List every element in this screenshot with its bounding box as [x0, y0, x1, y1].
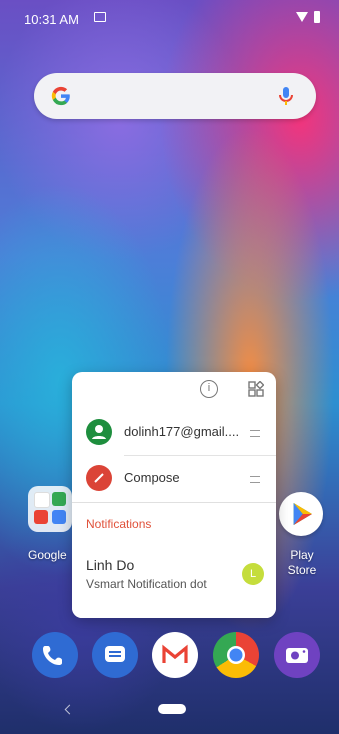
drag-handle-icon[interactable] — [250, 476, 260, 483]
play-store-glyph — [293, 503, 312, 525]
gmail-icon[interactable] — [152, 632, 198, 678]
account-icon — [86, 419, 112, 445]
popup-header: i — [72, 372, 276, 410]
camera-icon[interactable] — [274, 632, 320, 678]
battery-icon — [314, 11, 320, 23]
notifications-title: Notifications — [86, 517, 152, 531]
phone-icon[interactable] — [32, 632, 78, 678]
wifi-icon — [296, 12, 308, 22]
status-bar: 10:31 AM — [0, 0, 339, 36]
google-search-bar[interactable] — [34, 73, 316, 119]
mic-icon[interactable] — [274, 84, 298, 108]
dock — [0, 628, 339, 682]
widgets-icon[interactable] — [248, 381, 264, 397]
back-icon[interactable] — [64, 704, 75, 715]
home-icon[interactable] — [158, 704, 186, 714]
drag-handle-icon[interactable] — [250, 430, 260, 437]
drive-mini-icon — [52, 492, 66, 506]
play-label-line2: Store — [287, 563, 317, 577]
google-mini-icon — [34, 492, 50, 508]
google-folder[interactable] — [28, 486, 72, 532]
duo-mini-icon — [52, 510, 66, 524]
info-icon[interactable]: i — [200, 380, 218, 398]
shortcut-account-label: dolinh177@gmail.... — [124, 424, 240, 439]
notification-icon — [94, 12, 106, 22]
play-store-label: Play Store — [282, 548, 322, 578]
compose-icon — [86, 465, 112, 491]
chrome-icon[interactable] — [213, 632, 259, 678]
google-folder-label: Google — [28, 548, 67, 562]
google-g-icon — [51, 86, 70, 106]
status-time: 10:31 AM — [24, 12, 79, 27]
notification-body: Vsmart Notification dot — [86, 577, 207, 591]
navigation-bar — [0, 690, 339, 734]
notification-section[interactable]: Notifications Linh Do Vsmart Notificatio… — [72, 502, 276, 618]
youtube-mini-icon — [34, 510, 48, 524]
shortcut-compose-label: Compose — [124, 470, 180, 485]
shortcut-compose[interactable]: Compose — [72, 456, 276, 500]
notification-sender: Linh Do — [86, 557, 135, 573]
avatar: L — [242, 563, 264, 585]
messages-icon[interactable] — [92, 632, 138, 678]
gmail-shortcut-popup: i dolinh177@gmail.... Compose Notificati… — [72, 372, 276, 618]
play-store-icon[interactable] — [279, 492, 323, 536]
play-label-line1: Play — [290, 548, 314, 562]
home-screen: 10:31 AM Google Play Store i dolinh177@g… — [0, 0, 339, 734]
shortcut-account[interactable]: dolinh177@gmail.... — [72, 410, 276, 454]
